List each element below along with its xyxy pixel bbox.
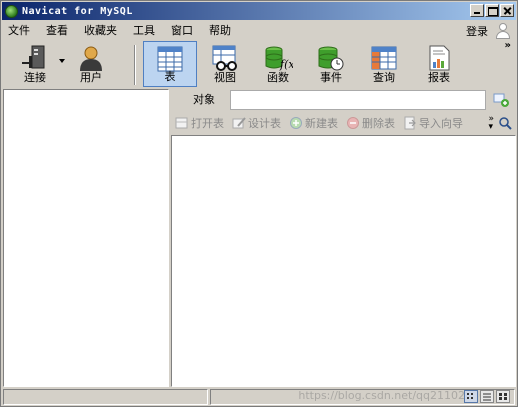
- new-table-label: 新建表: [305, 117, 338, 130]
- table-button[interactable]: 表: [143, 41, 197, 87]
- user-label: 用户: [80, 71, 102, 84]
- add-tab-icon: [493, 93, 509, 107]
- window-title: Navicat for MySQL: [22, 5, 133, 17]
- query-button[interactable]: 查询: [359, 41, 409, 87]
- view-label: 视图: [214, 71, 236, 84]
- list-view-icon: [467, 393, 473, 399]
- user-icon: [80, 46, 102, 71]
- menu-bar: 文件 查看 收藏夹 工具 窗口 帮助 登录: [2, 21, 516, 41]
- function-icon: f(x): [265, 46, 299, 71]
- user-button[interactable]: 用户: [66, 41, 116, 87]
- search-icon[interactable]: [498, 116, 512, 130]
- title-bar[interactable]: Navicat for MySQL: [2, 2, 516, 20]
- connection-tree-panel[interactable]: [3, 89, 169, 387]
- menu-help[interactable]: 帮助: [201, 22, 239, 40]
- import-wizard-label: 导入向导: [419, 117, 463, 130]
- open-table-label: 打开表: [191, 117, 224, 130]
- new-table-button[interactable]: 新建表: [289, 115, 338, 131]
- object-area: 对象 打开表 设计表 新建表 删除表 导入向导 » ▾: [171, 89, 516, 387]
- query-label: 查询: [373, 71, 395, 84]
- main-toolbar: 连接 用户 表 视图 f(函数 事件 查询 报表: [2, 41, 516, 89]
- menu-tools[interactable]: 工具: [125, 22, 163, 40]
- open-table-button[interactable]: 打开表: [175, 115, 224, 131]
- watermark-text: https://blog.csdn.net/qq21102936: [298, 389, 486, 402]
- avatar[interactable]: [494, 22, 512, 40]
- connect-label: 连接: [24, 71, 46, 84]
- minimize-button[interactable]: [470, 4, 484, 17]
- object-list-pane[interactable]: [171, 135, 516, 387]
- report-button[interactable]: 报表: [414, 41, 464, 87]
- delete-table-icon: [347, 117, 359, 129]
- view-icon: [212, 45, 237, 71]
- menu-file[interactable]: 文件: [2, 22, 38, 40]
- tab-row: 对象: [171, 89, 516, 111]
- open-table-icon: [175, 117, 188, 129]
- report-icon: [429, 45, 450, 71]
- connect-dropdown-arrow[interactable]: [59, 59, 65, 63]
- query-icon: [371, 46, 397, 70]
- connect-button[interactable]: 连接: [10, 41, 60, 87]
- function-label: 函数: [267, 71, 289, 84]
- event-icon: [318, 46, 344, 71]
- report-label: 报表: [428, 71, 450, 84]
- menu-view[interactable]: 查看: [38, 22, 76, 40]
- design-table-button[interactable]: 设计表: [232, 115, 281, 131]
- maximize-button[interactable]: [485, 4, 499, 17]
- tab-strip-empty: [230, 90, 486, 110]
- design-table-icon: [232, 117, 246, 129]
- detail-view-button[interactable]: [480, 390, 494, 403]
- import-wizard-icon: [404, 116, 416, 130]
- toolbar-separator: [134, 45, 136, 85]
- avatar-head: [499, 23, 507, 31]
- avatar-body: [496, 31, 510, 39]
- delete-table-button[interactable]: 删除表: [346, 115, 395, 131]
- object-toolbar: 打开表 设计表 新建表 删除表 导入向导 » ▾: [171, 113, 516, 133]
- table-label: 表: [164, 70, 176, 83]
- detail-view-icon: [483, 393, 491, 401]
- view-mode-buttons: [464, 390, 510, 403]
- function-button[interactable]: f(x) 函数: [253, 41, 303, 87]
- new-table-icon: [290, 117, 302, 129]
- icon-view-button[interactable]: [496, 390, 510, 403]
- icon-view-icon: [499, 393, 507, 400]
- app-window: Navicat for MySQL 文件 查看 收藏夹 工具 窗口 帮助 登录 …: [0, 0, 518, 407]
- menu-window[interactable]: 窗口: [163, 22, 201, 40]
- design-table-label: 设计表: [248, 117, 281, 130]
- status-bar: https://blog.csdn.net/qq21102936: [2, 388, 516, 406]
- login-link[interactable]: 登录: [466, 23, 488, 41]
- navicat-logo-icon: [5, 4, 18, 18]
- event-label: 事件: [320, 71, 342, 84]
- event-button[interactable]: 事件: [306, 41, 356, 87]
- window-controls: [470, 4, 514, 17]
- tab-objects[interactable]: 对象: [179, 90, 229, 111]
- delete-table-label: 删除表: [362, 117, 395, 130]
- menu-favorites[interactable]: 收藏夹: [76, 22, 125, 40]
- view-button[interactable]: 视图: [200, 41, 250, 87]
- object-toolbar-more-button[interactable]: » ▾: [488, 115, 494, 132]
- plug-icon: [22, 45, 45, 69]
- import-wizard-button[interactable]: 导入向导: [403, 115, 463, 131]
- list-view-button[interactable]: [464, 390, 478, 403]
- new-tab-button[interactable]: [490, 91, 514, 109]
- status-segment-left: [3, 389, 208, 405]
- close-button[interactable]: [500, 4, 514, 17]
